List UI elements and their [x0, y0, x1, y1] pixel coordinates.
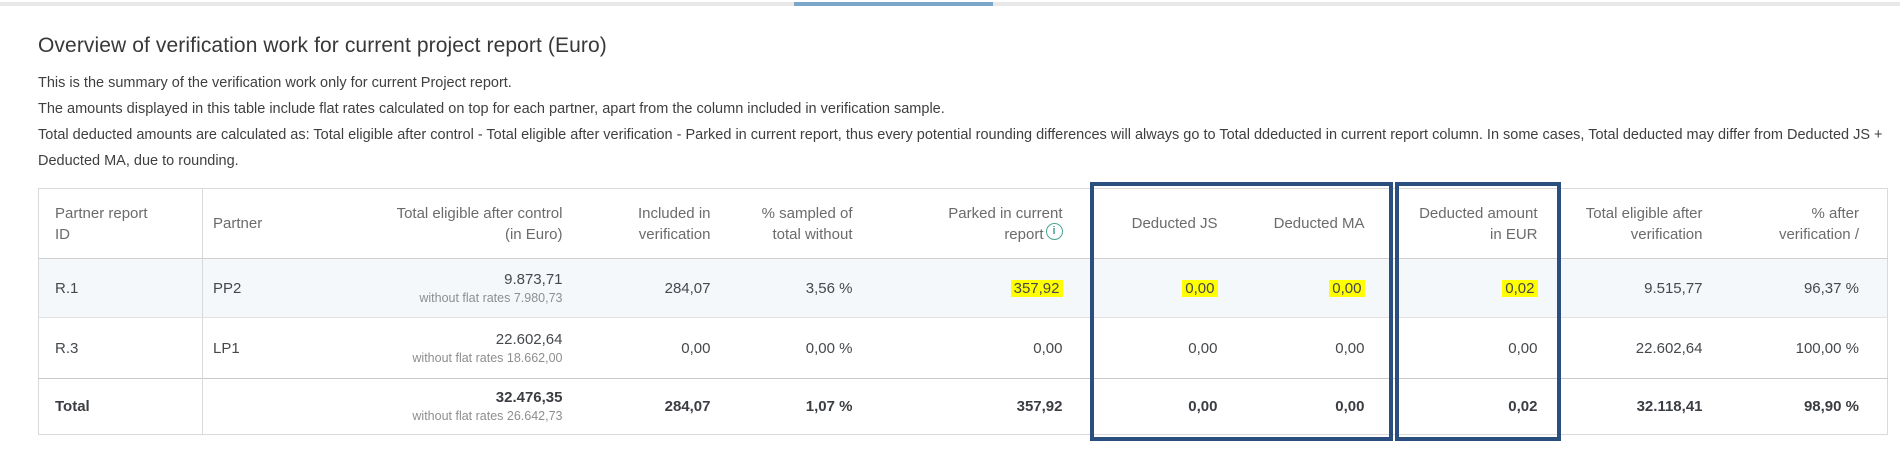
- cell-parked-in-current-report: 357,92: [881, 379, 1091, 435]
- cell-partner: PP2: [203, 259, 321, 318]
- cell-parked-in-current-report: 357,92: [881, 259, 1091, 318]
- cell-deducted-js: 0,00: [1091, 379, 1246, 435]
- highlighted-value: 0,02: [1502, 280, 1537, 297]
- cell-total-label: Total: [39, 379, 203, 435]
- cell-partner-report-id: R.1: [39, 259, 203, 318]
- cell-total-eligible-after-control: 9.873,71 without flat rates 7.980,73: [321, 259, 591, 318]
- cell-parked-in-current-report: 0,00: [881, 318, 1091, 379]
- cell-deducted-js: 0,00: [1091, 259, 1246, 318]
- col-header-parked-in-current-report: Parked in current reporti: [881, 189, 1091, 259]
- cell-included-in-verification: 284,07: [591, 379, 739, 435]
- col-header-deducted-js: Deducted JS: [1091, 189, 1246, 259]
- table-total-row: Total 32.476,35 without flat rates 26.64…: [39, 379, 1888, 435]
- col-header-total-eligible-after-control: Total eligible after control (in Euro): [321, 189, 591, 259]
- cell-pct-after-verification: 98,90 %: [1731, 379, 1888, 435]
- cell-deducted-ma: 0,00: [1246, 318, 1393, 379]
- cell-deducted-amount-eur: 0,02: [1393, 259, 1566, 318]
- cell-included-in-verification: 284,07: [591, 259, 739, 318]
- cell-deducted-ma: 0,00: [1246, 379, 1393, 435]
- without-flat-rates-note: without flat rates 26.642,73: [329, 409, 563, 424]
- cell-pct-sampled: 0,00 %: [739, 318, 881, 379]
- col-header-partner: Partner: [203, 189, 321, 259]
- cell-total-eligible-after-verification: 9.515,77: [1566, 259, 1731, 318]
- col-header-partner-report-id: Partner report ID: [39, 189, 203, 259]
- verification-overview-section: Overview of verification work for curren…: [0, 34, 1900, 174]
- col-header-pct-after-verification: % after verification /: [1731, 189, 1888, 259]
- cell-total-eligible-after-verification: 32.118,41: [1566, 379, 1731, 435]
- description-line: Total deducted amounts are calculated as…: [38, 122, 1888, 174]
- table-row: R.1 PP2 9.873,71 without flat rates 7.98…: [39, 259, 1888, 318]
- col-header-deducted-ma: Deducted MA: [1246, 189, 1393, 259]
- cell-partner: LP1: [203, 318, 321, 379]
- col-header-total-eligible-after-verification: Total eligible after verification: [1566, 189, 1731, 259]
- cell-pct-after-verification: 96,37 %: [1731, 259, 1888, 318]
- cell-deducted-amount-eur: 0,02: [1393, 379, 1566, 435]
- description-line: This is the summary of the verification …: [38, 70, 1888, 96]
- cell-pct-sampled: 1,07 %: [739, 379, 881, 435]
- info-icon[interactable]: i: [1046, 223, 1063, 240]
- col-header-pct-sampled: % sampled of total without: [739, 189, 881, 259]
- table-row: R.3 LP1 22.602,64 without flat rates 18.…: [39, 318, 1888, 379]
- highlighted-value: 357,92: [1011, 280, 1063, 297]
- highlighted-value: 0,00: [1182, 280, 1217, 297]
- cell-partner-report-id: R.3: [39, 318, 203, 379]
- cell-total-eligible-after-control: 32.476,35 without flat rates 26.642,73: [321, 379, 591, 435]
- cell-partner-empty: [203, 379, 321, 435]
- highlighted-value: 0,00: [1329, 280, 1364, 297]
- horizontal-scrollbar-track: [0, 2, 1900, 6]
- cell-included-in-verification: 0,00: [591, 318, 739, 379]
- cell-total-eligible-after-control: 22.602,64 without flat rates 18.662,00: [321, 318, 591, 379]
- cell-deducted-amount-eur: 0,00: [1393, 318, 1566, 379]
- without-flat-rates-note: without flat rates 18.662,00: [329, 351, 563, 366]
- cell-total-eligible-after-verification: 22.602,64: [1566, 318, 1731, 379]
- verification-overview-table: Partner report ID Partner Total eligible…: [38, 188, 1888, 435]
- col-header-deducted-amount-eur: Deducted amount in EUR: [1393, 189, 1566, 259]
- cell-pct-after-verification: 100,00 %: [1731, 318, 1888, 379]
- horizontal-scrollbar-thumb[interactable]: [794, 2, 993, 6]
- cell-pct-sampled: 3,56 %: [739, 259, 881, 318]
- table-header-row: Partner report ID Partner Total eligible…: [39, 189, 1888, 259]
- cell-deducted-js: 0,00: [1091, 318, 1246, 379]
- col-header-included-in-verification: Included in verification: [591, 189, 739, 259]
- cell-deducted-ma: 0,00: [1246, 259, 1393, 318]
- description-line: The amounts displayed in this table incl…: [38, 96, 1888, 122]
- page-title: Overview of verification work for curren…: [38, 34, 1900, 58]
- without-flat-rates-note: without flat rates 7.980,73: [329, 291, 563, 306]
- verification-overview-table-wrapper: Partner report ID Partner Total eligible…: [38, 188, 1887, 435]
